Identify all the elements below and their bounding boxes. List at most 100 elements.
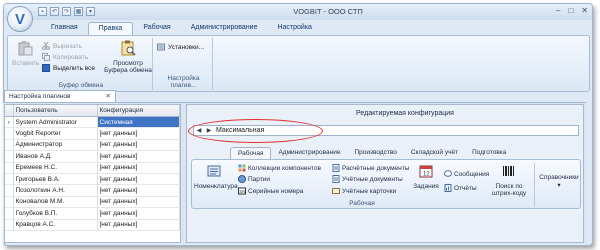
user-cell[interactable]: Кравцов А.С. <box>13 219 98 231</box>
config-cell[interactable]: [нет данных] <box>97 127 180 140</box>
table-row[interactable]: Кравцов А.С. [нет данных] <box>5 219 180 231</box>
document-tab[interactable]: Настройка плагинов ✕ <box>4 90 116 102</box>
users-grid[interactable]: Пользователь Конфигурация › System Admini… <box>4 104 181 243</box>
reports-button[interactable]: Отчёты <box>444 184 477 192</box>
config-cell[interactable]: [нет данных] <box>97 162 180 174</box>
accounting-cards-label: Учётные карточки <box>342 187 397 195</box>
accounting-cards-button[interactable]: Учётные карточки <box>332 187 396 195</box>
user-cell[interactable]: Коновалов М.М. <box>13 196 98 209</box>
user-cell[interactable]: Vogbit Reporter <box>13 127 98 140</box>
select-all-button[interactable]: Выделить все <box>42 64 95 72</box>
ribbon: Вставить Вырезать Копировать Выделить вс… <box>7 35 590 92</box>
config-tab-administration[interactable]: Администрирование <box>271 147 347 159</box>
cut-label: Вырезать <box>53 42 82 50</box>
maximize-icon[interactable]: □ <box>568 6 573 15</box>
nomenclature-icon <box>207 165 221 177</box>
preview-label-1: Просмотр <box>113 60 143 67</box>
close-tab-icon[interactable]: ✕ <box>106 92 111 100</box>
ribbon-separator <box>534 163 535 207</box>
row-indicator <box>5 162 14 174</box>
clipboard-group: Вставить Вырезать Копировать Выделить вс… <box>10 38 153 90</box>
current-row-marker: › <box>5 116 14 129</box>
tasks-button[interactable]: 12 Задания <box>412 164 440 190</box>
paste-button[interactable]: Вставить <box>12 40 40 67</box>
svg-text:SN: SN <box>239 189 245 194</box>
row-indicator <box>5 184 14 197</box>
menu-tabs: Главная Правка Рабочая Администрирование… <box>41 22 322 36</box>
row-indicator <box>5 139 14 152</box>
nomenclature-button[interactable]: Номенклатура <box>194 164 238 190</box>
row-indicator <box>5 196 14 209</box>
table-row[interactable]: Позолоткин А.Н. [нет данных] <box>5 184 180 197</box>
scissors-icon <box>42 42 50 50</box>
messages-button[interactable]: Сообщения <box>444 170 489 178</box>
config-tab-preparation[interactable]: Подготовка <box>465 147 513 159</box>
config-tabs: Рабочая Администрирование Производство С… <box>230 147 513 159</box>
settlement-docs-button[interactable]: Расчётные документы <box>332 164 409 172</box>
user-cell[interactable]: Позолоткин А.Н. <box>13 184 98 197</box>
plugin-settings-label: Установки... <box>168 43 205 51</box>
user-cell[interactable]: Администратор <box>13 139 98 152</box>
accounting-docs-button[interactable]: Учётные документы <box>332 175 403 183</box>
user-cell[interactable]: Еремеев Н.С. <box>13 162 98 174</box>
references-button[interactable]: Справочники ▾ <box>538 174 580 189</box>
table-row[interactable]: Еремеев Н.С. [нет данных] <box>5 162 180 174</box>
column-header-user[interactable]: Пользователь <box>13 105 98 117</box>
row-indicator <box>5 173 14 186</box>
plugin-settings-button[interactable]: Установки... <box>157 43 204 51</box>
tasks-label: Задания <box>413 182 439 190</box>
user-cell[interactable]: System Administrator <box>13 116 98 129</box>
reports-label: Отчёты <box>454 184 477 192</box>
config-tab-work[interactable]: Рабочая <box>230 147 272 159</box>
user-cell[interactable]: Иванов А.Д. <box>13 150 98 163</box>
batches-button[interactable]: Партии <box>238 175 270 183</box>
config-cell[interactable]: [нет данных] <box>97 139 180 152</box>
row-indicator <box>5 127 14 140</box>
config-cell[interactable]: [нет данных] <box>97 219 180 231</box>
config-cell[interactable]: Системная <box>97 116 180 129</box>
config-tab-production[interactable]: Производство <box>347 147 403 159</box>
clipboard-preview-button[interactable]: Просмотр Буфера обмена <box>102 40 154 74</box>
reports-icon <box>444 184 452 192</box>
table-row[interactable]: Григорьев В.А. [нет данных] <box>5 173 180 186</box>
config-cell[interactable]: [нет данных] <box>97 196 180 209</box>
table-row[interactable]: › System Administrator Системная <box>5 116 180 129</box>
cut-button[interactable]: Вырезать <box>42 42 82 50</box>
logo-v-icon: V <box>14 10 25 28</box>
next-arrow-icon[interactable]: ▶ <box>207 127 212 134</box>
config-cell[interactable]: [нет данных] <box>97 184 180 197</box>
accounting-docs-label: Учётные документы <box>342 175 403 183</box>
messages-icon <box>444 170 452 177</box>
table-row[interactable]: Vogbit Reporter [нет данных] <box>5 127 180 140</box>
serial-numbers-button[interactable]: SN Серийные номера <box>238 187 303 195</box>
config-selector[interactable]: ◀ ▶ Максимальная <box>193 125 579 136</box>
table-row[interactable]: Голубков В.П. [нет данных] <box>5 207 180 220</box>
table-row[interactable]: Иванов А.Д. [нет данных] <box>5 150 180 163</box>
tab-edit[interactable]: Правка <box>87 22 134 36</box>
copy-button[interactable]: Копировать <box>42 53 88 61</box>
config-cell[interactable]: [нет данных] <box>97 207 180 220</box>
barcode-search-button[interactable]: Поиск по штрих-коду <box>488 164 530 198</box>
app-logo[interactable]: V <box>7 6 33 32</box>
component-collections-button[interactable]: Коллекции компонентов <box>238 164 321 172</box>
config-cell[interactable]: [нет данных] <box>97 150 180 163</box>
prev-arrow-icon[interactable]: ◀ <box>197 127 202 134</box>
config-tab-warehouse[interactable]: Складской учёт <box>404 147 465 159</box>
tab-home[interactable]: Главная <box>41 22 88 36</box>
tab-administration[interactable]: Администрирование <box>181 22 268 36</box>
select-all-icon <box>42 64 50 72</box>
tab-settings[interactable]: Настройка <box>267 22 321 36</box>
table-row[interactable]: Коновалов М.М. [нет данных] <box>5 196 180 209</box>
user-cell[interactable]: Григорьев В.А. <box>13 173 98 186</box>
config-cell[interactable]: [нет данных] <box>97 173 180 186</box>
close-icon[interactable]: ✕ <box>581 6 588 15</box>
window-title: VOGBIT - ООО СТП <box>293 7 363 16</box>
clipboard-preview-icon <box>121 40 136 56</box>
component-collections-label: Коллекции компонентов <box>248 164 321 172</box>
column-header-config[interactable]: Конфигурация <box>97 105 180 117</box>
user-cell[interactable]: Голубков В.П. <box>13 207 98 220</box>
tab-work[interactable]: Рабочая <box>133 22 180 36</box>
minimize-icon[interactable]: – <box>556 6 560 15</box>
row-indicator <box>5 150 14 163</box>
table-row[interactable]: Администратор [нет данных] <box>5 139 180 152</box>
